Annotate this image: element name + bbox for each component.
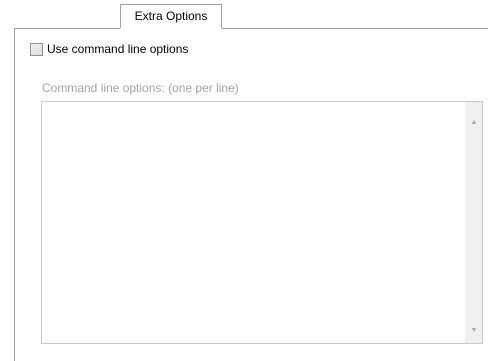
tab-strip-line-right xyxy=(222,28,488,29)
tab-strip-line-left xyxy=(14,28,120,29)
arrow-up-icon[interactable]: ▲ xyxy=(466,114,482,131)
use-cmdline-label[interactable]: Use command line options xyxy=(47,42,188,56)
tab-extra-options-label: Extra Options xyxy=(134,9,208,23)
tab-extra-options[interactable]: Extra Options xyxy=(120,4,222,28)
textarea-scrollbar[interactable]: ▲ ▼ xyxy=(465,102,482,343)
panel-border xyxy=(14,28,15,361)
use-cmdline-checkbox[interactable] xyxy=(30,42,43,56)
cmdline-options-textarea[interactable]: ▲ ▼ xyxy=(41,101,483,344)
cmdline-options-label: Command line options: (one per line) xyxy=(42,81,239,95)
arrow-down-icon[interactable]: ▼ xyxy=(466,322,482,339)
extra-options-panel: Extra Options Use command line options C… xyxy=(0,0,488,361)
use-cmdline-row[interactable]: Use command line options xyxy=(30,41,188,57)
